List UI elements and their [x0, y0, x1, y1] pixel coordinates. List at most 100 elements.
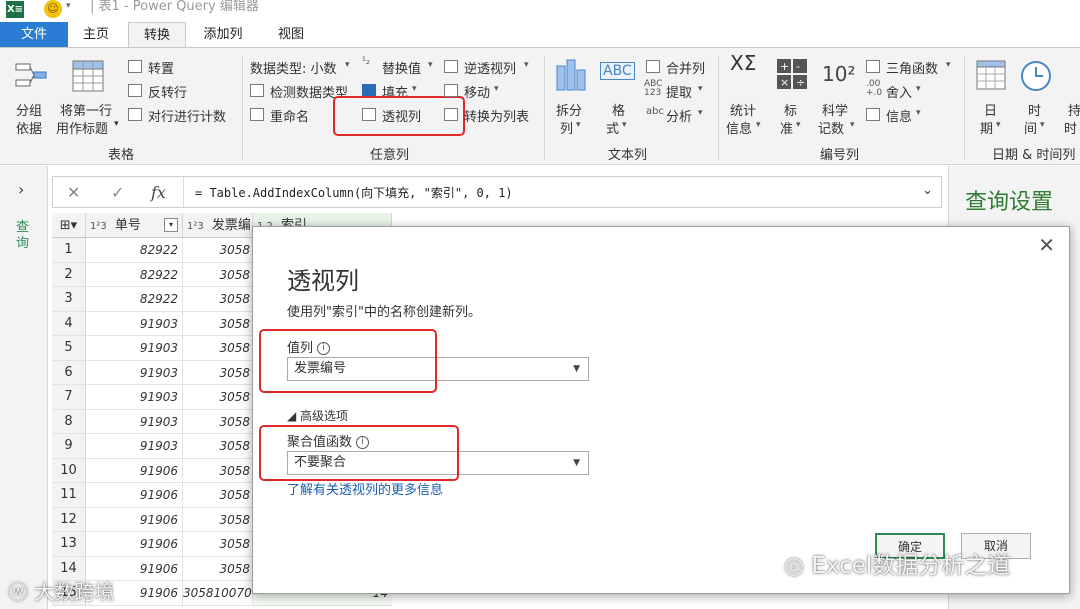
replace-values-chevron-icon[interactable]: ▾: [428, 60, 433, 70]
statistics-label-2[interactable]: 信息: [726, 118, 752, 137]
scientific-chevron-icon[interactable]: ▾: [850, 120, 855, 130]
cell-order-number[interactable]: 91906: [86, 483, 183, 507]
information-button[interactable]: 信息: [886, 106, 912, 125]
reverse-rows-button[interactable]: 反转行: [148, 82, 187, 101]
row-number[interactable]: 1: [52, 238, 86, 262]
format-label-2[interactable]: 式: [606, 118, 619, 137]
cell-order-number[interactable]: 91906: [86, 532, 183, 556]
cell-order-number[interactable]: 91903: [86, 311, 183, 335]
number-type-icon[interactable]: 1²3: [187, 221, 204, 232]
time-chevron-icon[interactable]: ▾: [1040, 120, 1045, 130]
formula-input[interactable]: = Table.AddIndexColumn(向下填充, "索引", 0, 1): [195, 184, 513, 201]
standard-label-2[interactable]: 准: [780, 118, 793, 137]
data-type-dropdown[interactable]: 数据类型: 小数: [250, 58, 337, 77]
close-icon[interactable]: ✕: [1038, 233, 1055, 257]
row-number[interactable]: 7: [52, 385, 86, 409]
tab-file[interactable]: 文件: [0, 22, 68, 47]
transpose-button[interactable]: 转置: [148, 58, 174, 77]
cell-invoice-number[interactable]: 3058: [183, 434, 253, 458]
row-number[interactable]: 5: [52, 336, 86, 360]
replace-values-button[interactable]: 替换值: [382, 58, 421, 77]
move-chevron-icon[interactable]: ▾: [494, 84, 499, 94]
cell-order-number[interactable]: 91903: [86, 434, 183, 458]
learn-more-link[interactable]: 了解有关透视列的更多信息: [287, 479, 443, 498]
statistics-label-1[interactable]: 统计: [730, 100, 756, 119]
row-number[interactable]: 3: [52, 287, 86, 311]
parse-button[interactable]: 分析: [666, 106, 692, 125]
format-chevron-icon[interactable]: ▾: [622, 120, 627, 130]
row-number[interactable]: 8: [52, 409, 86, 433]
cancel-formula-icon[interactable]: ✕: [67, 183, 80, 202]
number-type-icon[interactable]: 1²3: [90, 221, 107, 232]
cell-invoice-number[interactable]: 3058: [183, 311, 253, 335]
rounding-chevron-icon[interactable]: ▾: [916, 84, 921, 94]
rename-button[interactable]: 重命名: [270, 106, 309, 125]
unpivot-chevron-icon[interactable]: ▾: [524, 60, 529, 70]
cell-order-number[interactable]: 91903: [86, 360, 183, 384]
row-number[interactable]: 9: [52, 434, 86, 458]
cell-invoice-number[interactable]: 3058: [183, 532, 253, 556]
format-label-1[interactable]: 格: [612, 100, 625, 119]
scientific-label-2[interactable]: 记数: [818, 118, 844, 137]
queries-label[interactable]: 查询: [16, 220, 30, 252]
standard-label-1[interactable]: 标: [784, 100, 797, 119]
cell-invoice-number[interactable]: 3058: [183, 507, 253, 531]
date-label-2[interactable]: 期: [980, 118, 993, 137]
row-number[interactable]: 10: [52, 458, 86, 482]
use-first-row-dropdown-icon[interactable]: ▾: [114, 119, 119, 129]
table-menu-icon[interactable]: ⊞▾: [52, 213, 86, 238]
chevron-down-icon[interactable]: ▼: [573, 452, 580, 474]
split-column-chevron-icon[interactable]: ▾: [576, 120, 581, 130]
date-label-1[interactable]: 日: [984, 100, 997, 119]
quick-access-dropdown-icon[interactable]: ▾: [66, 1, 71, 11]
data-type-chevron-icon[interactable]: ▾: [345, 60, 350, 70]
count-rows-button[interactable]: 对行进行计数: [148, 106, 226, 125]
column-header-1[interactable]: 1²3 单号 ▾: [86, 213, 183, 238]
cell-order-number[interactable]: 91906: [86, 458, 183, 482]
statistics-chevron-icon[interactable]: ▾: [756, 120, 761, 130]
rounding-button[interactable]: 舍入: [886, 82, 912, 101]
cell-invoice-number[interactable]: 3058: [183, 336, 253, 360]
unpivot-button[interactable]: 逆透视列: [464, 58, 516, 77]
trig-chevron-icon[interactable]: ▾: [946, 60, 951, 70]
expand-chevron-icon[interactable]: ›: [18, 180, 24, 199]
tab-transform[interactable]: 转换: [128, 22, 186, 47]
information-chevron-icon[interactable]: ▾: [916, 108, 921, 118]
duration-label-1[interactable]: 持: [1068, 100, 1080, 119]
smiley-icon[interactable]: ☺: [44, 0, 62, 18]
fill-chevron-icon[interactable]: ▾: [412, 84, 417, 94]
trig-button[interactable]: 三角函数: [886, 58, 938, 77]
tab-add-column[interactable]: 添加列: [192, 22, 254, 47]
filter-dropdown-icon[interactable]: ▾: [164, 218, 178, 232]
time-label-1[interactable]: 时: [1028, 100, 1041, 119]
group-by-label-1[interactable]: 分组: [16, 100, 42, 119]
row-number[interactable]: 4: [52, 311, 86, 335]
cell-invoice-number[interactable]: 3058: [183, 385, 253, 409]
cell-order-number[interactable]: 82922: [86, 287, 183, 311]
use-first-row-label-1[interactable]: 将第一行: [60, 100, 112, 119]
time-label-2[interactable]: 间: [1024, 118, 1037, 137]
use-first-row-label-2[interactable]: 用作标题: [56, 118, 108, 137]
group-by-label-2[interactable]: 依据: [16, 118, 42, 137]
cell-order-number[interactable]: 91903: [86, 336, 183, 360]
standard-chevron-icon[interactable]: ▾: [796, 120, 801, 130]
convert-to-list-button[interactable]: 转换为列表: [464, 106, 529, 125]
move-button[interactable]: 移动: [464, 82, 490, 101]
cell-invoice-number[interactable]: 3058: [183, 458, 253, 482]
row-number[interactable]: 2: [52, 262, 86, 286]
duration-label-2[interactable]: 时: [1064, 118, 1077, 137]
chevron-down-icon[interactable]: ▼: [573, 358, 580, 380]
cell-invoice-number[interactable]: 3058: [183, 409, 253, 433]
date-chevron-icon[interactable]: ▾: [996, 120, 1001, 130]
formula-expand-icon[interactable]: ⌄: [922, 183, 933, 198]
cell-order-number[interactable]: 91906: [86, 507, 183, 531]
advanced-options-toggle[interactable]: ◢ 高级选项: [287, 407, 348, 424]
confirm-formula-icon[interactable]: ✓: [111, 183, 124, 202]
extract-button[interactable]: 提取: [666, 82, 692, 101]
cell-order-number[interactable]: 82922: [86, 262, 183, 286]
cell-invoice-number[interactable]: 3058: [183, 238, 253, 262]
function-icon[interactable]: fx: [151, 183, 166, 202]
scientific-label-1[interactable]: 科学: [822, 100, 848, 119]
cell-invoice-number[interactable]: 3058: [183, 556, 253, 580]
row-number[interactable]: 11: [52, 483, 86, 507]
